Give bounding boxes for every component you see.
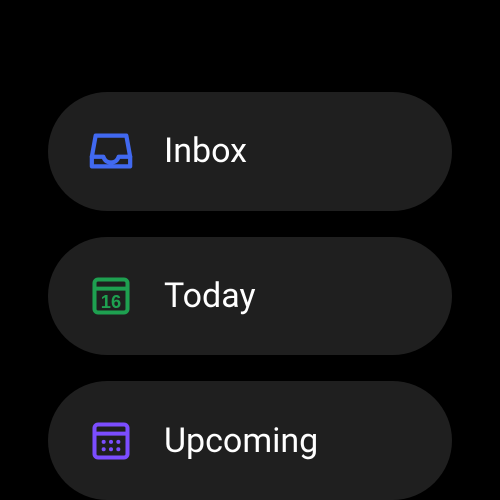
nav-item-label: Today [164, 276, 256, 316]
calendar-upcoming-icon [86, 416, 136, 466]
nav-item-label: Inbox [164, 131, 247, 171]
nav-item-upcoming[interactable]: Upcoming [48, 381, 452, 500]
nav-item-today[interactable]: 16 Today [48, 237, 452, 356]
svg-text:16: 16 [101, 291, 121, 312]
calendar-today-icon: 16 [86, 271, 136, 321]
nav-item-label: Upcoming [164, 421, 318, 461]
inbox-icon [86, 126, 136, 176]
nav-item-inbox[interactable]: Inbox [48, 92, 452, 211]
